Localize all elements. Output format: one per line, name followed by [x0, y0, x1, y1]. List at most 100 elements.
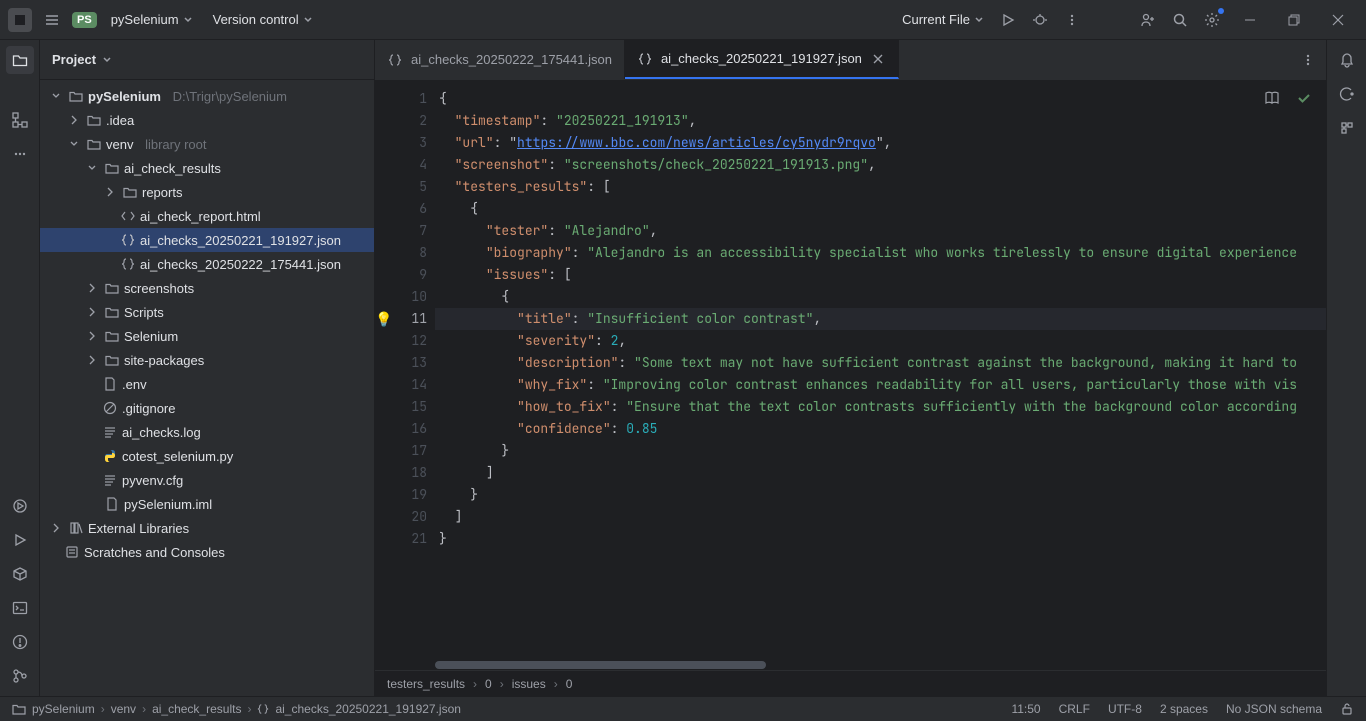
file-icon	[104, 496, 120, 512]
tree-item[interactable]: ai_checks_20250222_175441.json	[40, 252, 374, 276]
titlebar: PS pySelenium Version control Current Fi…	[0, 0, 1366, 40]
search-icon[interactable]	[1166, 6, 1194, 34]
html-file-icon	[120, 208, 136, 224]
tree-item[interactable]: .env	[40, 372, 374, 396]
tree-item[interactable]: ai_checks.log	[40, 420, 374, 444]
maximize-button[interactable]	[1274, 6, 1314, 34]
folder-icon	[12, 702, 26, 716]
gutter: 💡 123456789101112131415161718192021	[375, 80, 435, 660]
editor-tabs: ai_checks_20250222_175441.json ai_checks…	[375, 40, 1326, 80]
tree-item[interactable]: venv library root	[40, 132, 374, 156]
tree-item[interactable]: External Libraries	[40, 516, 374, 540]
tree-item[interactable]: site-packages	[40, 348, 374, 372]
editor-area: ai_checks_20250222_175441.json ai_checks…	[375, 40, 1326, 696]
problems-tool-icon[interactable]	[6, 628, 34, 656]
tree-item[interactable]: Selenium	[40, 324, 374, 348]
run-button[interactable]	[994, 6, 1022, 34]
project-tree[interactable]: pySelenium D:\Trigr\pySelenium .idea ven…	[40, 80, 374, 696]
line-separator[interactable]: CRLF	[1059, 702, 1090, 716]
folder-icon	[122, 184, 138, 200]
tree-item[interactable]: .gitignore	[40, 396, 374, 420]
more-button[interactable]	[1058, 6, 1086, 34]
cursor-position[interactable]: 11:50	[1011, 702, 1040, 716]
code-with-me-icon[interactable]	[1134, 6, 1162, 34]
tree-item[interactable]: ai_check_results	[40, 156, 374, 180]
project-dropdown[interactable]: pySelenium	[105, 8, 199, 31]
ai-assistant-icon[interactable]	[1333, 80, 1361, 108]
folder-icon	[104, 160, 120, 176]
vcs-dropdown[interactable]: Version control	[207, 8, 319, 31]
tree-item[interactable]: Scripts	[40, 300, 374, 324]
inspection-ok-icon[interactable]	[1294, 88, 1314, 108]
tree-item-selected[interactable]: ai_checks_20250221_191927.json	[40, 228, 374, 252]
editor-breadcrumb[interactable]: testers_results› 0› issues› 0	[375, 670, 1326, 696]
vcs-tool-icon[interactable]	[6, 662, 34, 690]
tree-item[interactable]: cotest_selenium.py	[40, 444, 374, 468]
python-packages-icon[interactable]	[6, 560, 34, 588]
tabs-menu-icon[interactable]	[1298, 50, 1318, 70]
folder-icon	[104, 352, 120, 368]
close-icon[interactable]	[870, 51, 886, 67]
json-file-icon	[257, 703, 269, 715]
folder-icon	[68, 88, 84, 104]
json-file-icon	[120, 232, 136, 248]
lock-icon[interactable]	[1340, 702, 1354, 716]
sidebar-title: Project	[52, 52, 96, 67]
folder-icon	[104, 304, 120, 320]
python-file-icon	[102, 448, 118, 464]
run-config-dropdown[interactable]: Current File	[896, 8, 990, 31]
services-tool-icon[interactable]	[6, 492, 34, 520]
encoding[interactable]: UTF-8	[1108, 702, 1142, 716]
tab-inactive[interactable]: ai_checks_20250222_175441.json	[375, 40, 625, 79]
folder-icon	[86, 136, 102, 152]
right-tool-rail	[1326, 40, 1366, 696]
structure-tool-icon[interactable]	[6, 106, 34, 134]
tree-item[interactable]: reports	[40, 180, 374, 204]
sidebar-header[interactable]: Project	[40, 40, 374, 80]
tab-active[interactable]: ai_checks_20250221_191927.json	[625, 40, 899, 79]
more-tools-icon[interactable]	[6, 140, 34, 168]
left-tool-rail	[0, 40, 40, 696]
minimize-button[interactable]	[1230, 6, 1270, 34]
settings-icon[interactable]	[1198, 6, 1226, 34]
database-tool-icon[interactable]	[1333, 114, 1361, 142]
tree-item[interactable]: pyvenv.cfg	[40, 468, 374, 492]
scratch-icon	[64, 544, 80, 560]
project-badge: PS	[72, 12, 97, 28]
run-tool-icon[interactable]	[6, 526, 34, 554]
indent[interactable]: 2 spaces	[1160, 702, 1208, 716]
statusbar-breadcrumb[interactable]: pySelenium› venv› ai_check_results› ai_c…	[12, 702, 461, 716]
statusbar: pySelenium› venv› ai_check_results› ai_c…	[0, 696, 1366, 721]
notifications-icon[interactable]	[1333, 46, 1361, 74]
main-menu-button[interactable]	[40, 8, 64, 32]
reader-mode-icon[interactable]	[1262, 88, 1282, 108]
json-schema[interactable]: No JSON schema	[1226, 702, 1322, 716]
tree-root[interactable]: pySelenium D:\Trigr\pySelenium	[40, 84, 374, 108]
chevron-down-icon	[102, 55, 112, 65]
app-icon	[8, 8, 32, 32]
terminal-tool-icon[interactable]	[6, 594, 34, 622]
file-icon	[102, 376, 118, 392]
library-icon	[68, 520, 84, 536]
tree-item[interactable]: screenshots	[40, 276, 374, 300]
project-sidebar: Project pySelenium D:\Trigr\pySelenium .…	[40, 40, 375, 696]
text-file-icon	[102, 472, 118, 488]
debug-button[interactable]	[1026, 6, 1054, 34]
json-file-icon	[120, 256, 136, 272]
folder-icon	[86, 112, 102, 128]
project-tool-icon[interactable]	[6, 46, 34, 74]
json-file-icon	[637, 51, 653, 67]
editor-body[interactable]: 💡 123456789101112131415161718192021 { "t…	[375, 80, 1326, 660]
folder-icon	[104, 328, 120, 344]
tree-item[interactable]: Scratches and Consoles	[40, 540, 374, 564]
tree-item[interactable]: .idea	[40, 108, 374, 132]
gitignore-icon	[102, 400, 118, 416]
text-file-icon	[102, 424, 118, 440]
folder-icon	[104, 280, 120, 296]
horizontal-scrollbar[interactable]	[435, 660, 1306, 670]
code-area[interactable]: { "timestamp": "20250221_191913", "url":…	[435, 80, 1326, 660]
close-button[interactable]	[1318, 6, 1358, 34]
json-file-icon	[387, 52, 403, 68]
tree-item[interactable]: ai_check_report.html	[40, 204, 374, 228]
tree-item[interactable]: pySelenium.iml	[40, 492, 374, 516]
